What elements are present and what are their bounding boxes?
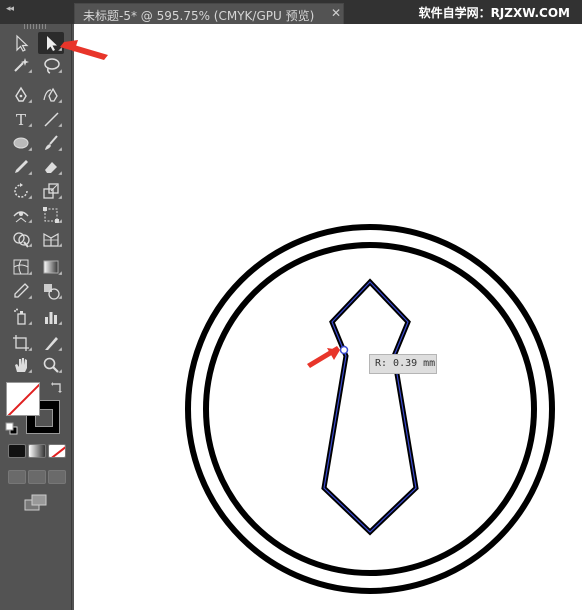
- badge-artwork: [185, 224, 555, 594]
- type-icon: T: [16, 111, 26, 128]
- slice-tool[interactable]: [38, 332, 64, 354]
- site-watermark: 软件自学网：RJZXW.COM: [418, 6, 570, 20]
- none-mode-button[interactable]: [48, 444, 66, 458]
- perspective-grid-tool[interactable]: [38, 228, 64, 250]
- curvature-tool[interactable]: [38, 84, 64, 106]
- symbol-sprayer-tool[interactable]: [8, 306, 34, 328]
- width-icon: [13, 211, 29, 223]
- fill-swatch[interactable]: [6, 382, 40, 416]
- pencil-icon: [15, 160, 28, 173]
- scale-icon: [43, 183, 59, 199]
- selection-tool[interactable]: [8, 32, 34, 54]
- perspective-grid-icon: [43, 232, 59, 247]
- corner-radius-readout: R: 0.39 mm: [369, 354, 437, 374]
- gradient-mode-button[interactable]: [28, 444, 46, 458]
- blend-tool[interactable]: [38, 280, 64, 302]
- none-slash-icon: [7, 383, 39, 415]
- document-tab[interactable]: 未标题-5* @ 595.75% (CMYK/GPU 预览) ✕: [74, 3, 344, 24]
- eyedropper-icon: [14, 283, 29, 298]
- shape-builder-icon: [13, 232, 30, 248]
- column-graph-icon: [45, 312, 57, 324]
- pen-tool[interactable]: [8, 84, 34, 106]
- scale-tool[interactable]: [38, 180, 64, 202]
- column-graph-tool[interactable]: [38, 306, 64, 328]
- shape-builder-tool[interactable]: [8, 228, 34, 250]
- document-tab-title: 未标题-5* @ 595.75% (CMYK/GPU 预览): [83, 9, 315, 23]
- slice-icon: [45, 337, 58, 350]
- paintbrush-tool[interactable]: [38, 132, 64, 154]
- artboard-icon: [13, 335, 29, 351]
- necktie-shape[interactable]: [321, 278, 419, 536]
- direct-selection-tool[interactable]: [38, 32, 64, 54]
- inner-ring[interactable]: [203, 242, 537, 576]
- rotate-tool[interactable]: [8, 180, 34, 202]
- selected-anchor-point[interactable]: [339, 345, 349, 355]
- panel-grip[interactable]: [24, 24, 46, 29]
- draw-normal-button[interactable]: [8, 470, 26, 484]
- blend-icon: [44, 284, 60, 300]
- draw-inside-button[interactable]: [48, 470, 66, 484]
- draw-behind-button[interactable]: [28, 470, 46, 484]
- rotate-icon: [14, 183, 28, 198]
- color-mode-button[interactable]: [8, 444, 26, 458]
- curvature-pen-icon: [43, 87, 58, 102]
- brush-icon: [45, 135, 58, 150]
- eyedropper-tool[interactable]: [8, 280, 34, 302]
- symbol-sprayer-icon: [14, 308, 26, 325]
- mesh-tool[interactable]: [8, 256, 34, 278]
- hand-tool[interactable]: [8, 354, 34, 376]
- gradient-icon: [43, 260, 59, 274]
- lasso-icon: [44, 58, 60, 74]
- eraser-tool[interactable]: [38, 156, 64, 178]
- default-fill-stroke-icon[interactable]: [5, 422, 19, 436]
- magic-wand-icon: [14, 58, 29, 72]
- arrow-filled-icon: [47, 36, 57, 51]
- pen-icon: [15, 86, 27, 102]
- ellipse-icon: [13, 137, 29, 149]
- collapse-panel-icon[interactable]: ◂◂: [6, 4, 14, 14]
- free-transform-tool[interactable]: [38, 204, 64, 226]
- svg-text:T: T: [16, 111, 26, 128]
- title-strip: ◂◂ 未标题-5* @ 595.75% (CMYK/GPU 预览) ✕ 软件自学…: [0, 0, 582, 24]
- type-tool[interactable]: T: [8, 108, 34, 130]
- artboard-canvas[interactable]: R: 0.39 mm: [74, 24, 582, 610]
- hand-icon: [15, 358, 27, 372]
- mesh-icon: [13, 259, 29, 275]
- width-tool[interactable]: [8, 204, 34, 226]
- magic-wand-tool[interactable]: [8, 54, 34, 76]
- zoom-tool[interactable]: [38, 354, 64, 376]
- line-segment-tool[interactable]: [38, 108, 64, 130]
- artboard-tool[interactable]: [8, 332, 34, 354]
- screen-mode-icon[interactable]: [24, 494, 48, 512]
- gradient-tool[interactable]: [38, 256, 64, 278]
- line-icon: [44, 112, 59, 127]
- lasso-tool[interactable]: [38, 54, 64, 76]
- zoom-icon: [43, 357, 59, 373]
- arrow-outline-icon: [16, 34, 29, 52]
- artwork: [185, 224, 555, 594]
- tools-panel: T: [0, 24, 72, 610]
- swap-fill-stroke-icon[interactable]: [50, 380, 64, 394]
- eraser-icon: [45, 162, 57, 173]
- ellipse-tool[interactable]: [8, 132, 34, 154]
- pencil-tool[interactable]: [8, 156, 34, 178]
- free-transform-icon: [43, 207, 59, 223]
- close-tab-icon[interactable]: ✕: [331, 6, 341, 20]
